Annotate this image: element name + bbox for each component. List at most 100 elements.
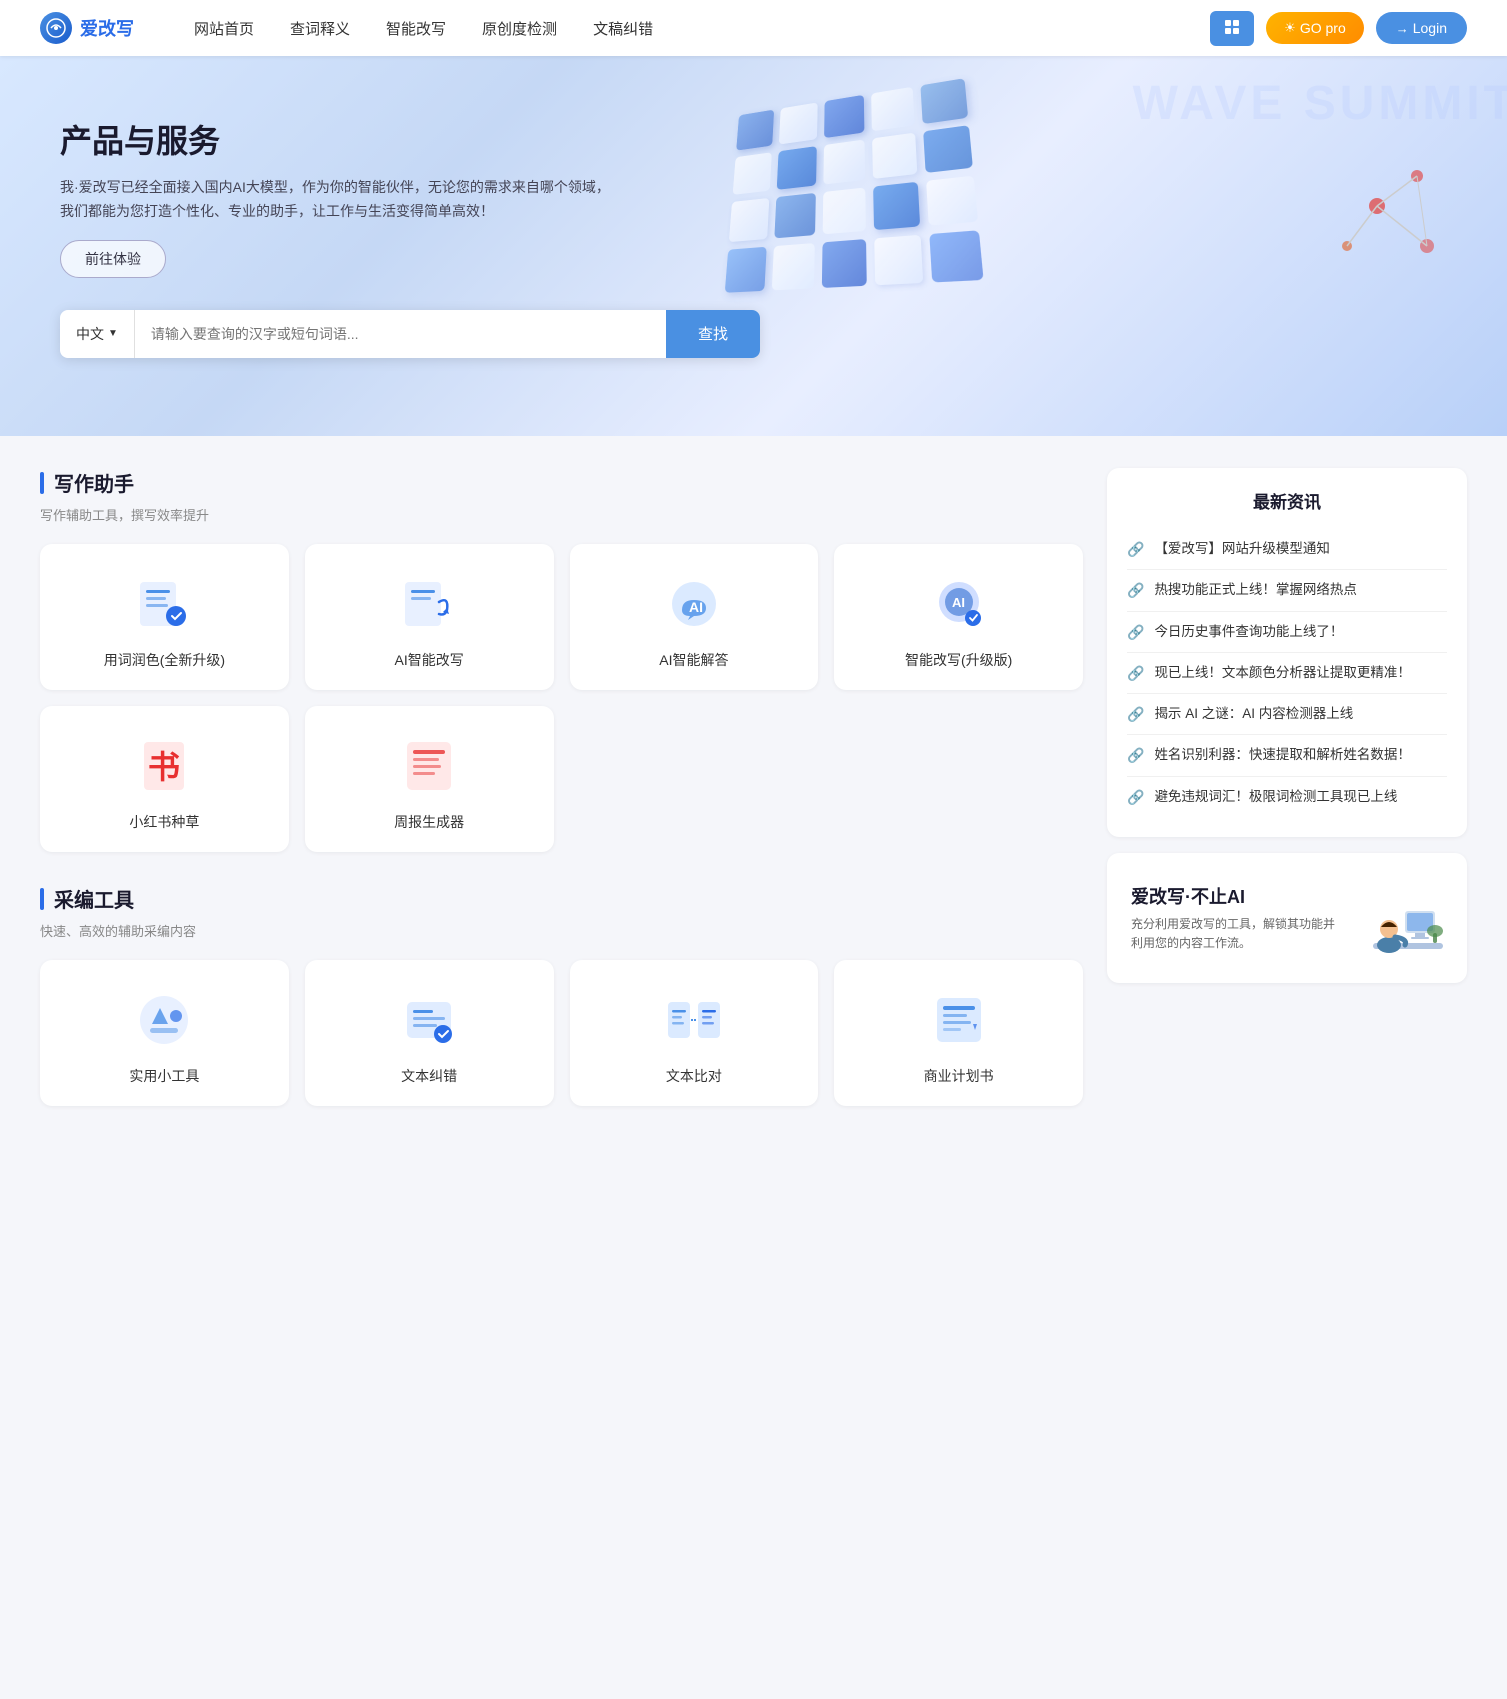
tool-ai-rewrite[interactable]: AI智能改写 — [305, 544, 554, 690]
login-button[interactable]: → Login — [1376, 12, 1467, 44]
writing-tools-title: 写作助手 — [54, 468, 134, 497]
tool-text-compare-label: 文本比对 — [666, 1066, 722, 1086]
news-item-3[interactable]: 🔗 现已上线！文本颜色分析器让提取更精准！ — [1127, 653, 1447, 694]
writing-tools-title-row: 写作助手 — [40, 468, 1083, 497]
nav-rewrite[interactable]: 智能改写 — [386, 18, 446, 39]
promo-box: 爱改写·不止AI 充分利用爱改写的工具，解锁其功能并利用您的内容工作流。 — [1107, 853, 1467, 983]
link-icon-1: 🔗 — [1127, 582, 1144, 599]
tool-text-compare[interactable]: 文本比对 — [570, 960, 819, 1106]
ai-answer-icon: AI — [662, 572, 726, 636]
navbar: 爱改写 网站首页 查词释义 智能改写 原创度检测 文稿纠错 ☀ GO pro →… — [0, 0, 1507, 56]
nav-proofread[interactable]: 文稿纠错 — [593, 18, 653, 39]
tool-utility-tools-label: 实用小工具 — [129, 1066, 199, 1086]
left-column: 写作助手 写作辅助工具，撰写效率提升 — [40, 468, 1083, 1138]
writing-tools-section: 写作助手 写作辅助工具，撰写效率提升 — [40, 468, 1083, 852]
logo-icon — [40, 12, 72, 44]
news-text-0: 【爱改写】网站升级模型通知 — [1154, 539, 1330, 559]
smart-rewrite-pro-icon: AI — [927, 572, 991, 636]
promo-text: 爱改写·不止AI 充分利用爱改写的工具，解锁其功能并利用您的内容工作流。 — [1131, 883, 1341, 953]
hero-banner: WAVE SUMMIT 产品与服务 我·爱改写已经全面接入国内AI大模型，作为你… — [0, 56, 1507, 436]
news-item-5[interactable]: 🔗 姓名识别利器：快速提取和解析姓名数据！ — [1127, 735, 1447, 776]
xiaohongshu-icon: 书 — [132, 734, 196, 798]
curation-section-title-bar — [40, 888, 44, 910]
news-item-1[interactable]: 🔗 热搜功能正式上线！掌握网络热点 — [1127, 570, 1447, 611]
biz-plan-icon — [927, 988, 991, 1052]
tool-word-polish[interactable]: 用词润色(全新升级) — [40, 544, 289, 690]
grid-button[interactable] — [1210, 11, 1254, 46]
hero-cta-button[interactable]: 前往体验 — [60, 240, 166, 278]
search-input[interactable] — [135, 310, 666, 358]
weekly-report-icon — [397, 734, 461, 798]
promo-brand: 爱改写·不止AI — [1131, 883, 1341, 909]
hero-title: 产品与服务 — [60, 116, 640, 162]
tool-word-polish-label: 用词润色(全新升级) — [104, 650, 225, 670]
tool-text-correct[interactable]: 文本纠错 — [305, 960, 554, 1106]
word-polish-icon — [132, 572, 196, 636]
text-compare-icon — [662, 988, 726, 1052]
news-item-6[interactable]: 🔗 避免违规词汇！极限词检测工具现已上线 — [1127, 777, 1447, 817]
main-content: 写作助手 写作辅助工具，撰写效率提升 — [0, 436, 1507, 1170]
curation-tools-title-row: 采编工具 — [40, 884, 1083, 913]
news-text-6: 避免违规词汇！极限词检测工具现已上线 — [1154, 787, 1397, 807]
news-text-4: 揭示 AI 之谜：AI 内容检测器上线 — [1154, 704, 1353, 724]
nav-lookup[interactable]: 查词释义 — [290, 18, 350, 39]
tool-ai-rewrite-label: AI智能改写 — [395, 650, 464, 670]
search-bar: 中文 ▼ 查找 — [60, 310, 760, 358]
hero-content: 产品与服务 我·爱改写已经全面接入国内AI大模型，作为你的智能伙伴，无论您的需求… — [60, 116, 640, 310]
news-title: 最新资讯 — [1127, 488, 1447, 513]
link-icon-2: 🔗 — [1127, 624, 1144, 641]
curation-tools-subtitle: 快速、高效的辅助采编内容 — [40, 921, 1083, 940]
news-text-3: 现已上线！文本颜色分析器让提取更精准！ — [1154, 663, 1411, 683]
news-text-5: 姓名识别利器：快速提取和解析姓名数据！ — [1154, 745, 1411, 765]
tool-smart-rewrite-pro-label: 智能改写(升级版) — [905, 650, 1012, 670]
news-item-4[interactable]: 🔗 揭示 AI 之谜：AI 内容检测器上线 — [1127, 694, 1447, 735]
writing-tools-subtitle: 写作辅助工具，撰写效率提升 — [40, 505, 1083, 524]
go-pro-button[interactable]: ☀ GO pro — [1266, 12, 1364, 44]
link-icon-3: 🔗 — [1127, 665, 1144, 682]
hero-desc: 我·爱改写已经全面接入国内AI大模型，作为你的智能伙伴，无论您的需求来自哪个领域… — [60, 176, 620, 224]
news-box: 最新资讯 🔗 【爱改写】网站升级模型通知 🔗 热搜功能正式上线！掌握网络热点 🔗… — [1107, 468, 1467, 837]
promo-desc: 充分利用爱改写的工具，解锁其功能并利用您的内容工作流。 — [1131, 915, 1341, 953]
tool-xiaohongshu[interactable]: 书 小红书种草 — [40, 706, 289, 852]
news-text-1: 热搜功能正式上线！掌握网络热点 — [1154, 580, 1357, 600]
navbar-actions: ☀ GO pro → Login — [1210, 11, 1467, 46]
link-icon-4: 🔗 — [1127, 706, 1144, 723]
link-icon-6: 🔗 — [1127, 789, 1144, 806]
tool-ai-answer-label: AI智能解答 — [659, 650, 728, 670]
tool-utility-tools[interactable]: 实用小工具 — [40, 960, 289, 1106]
tool-text-correct-label: 文本纠错 — [401, 1066, 457, 1086]
section-title-bar — [40, 472, 44, 494]
nav-links: 网站首页 查词释义 智能改写 原创度检测 文稿纠错 — [194, 18, 1210, 39]
nav-originality[interactable]: 原创度检测 — [482, 18, 557, 39]
link-icon-5: 🔗 — [1127, 747, 1144, 764]
svg-text:AI: AI — [689, 599, 703, 615]
curation-tools-section: 采编工具 快速、高效的辅助采编内容 实用小工具 — [40, 884, 1083, 1106]
site-logo[interactable]: 爱改写 — [40, 12, 134, 44]
language-selector[interactable]: 中文 ▼ — [60, 310, 135, 358]
svg-text:AI: AI — [952, 595, 965, 610]
chevron-down-icon: ▼ — [108, 328, 118, 339]
curation-tools-grid: 实用小工具 文本纠错 — [40, 960, 1083, 1106]
tool-smart-rewrite-pro[interactable]: AI 智能改写(升级版) — [834, 544, 1083, 690]
ai-rewrite-icon — [397, 572, 461, 636]
utility-tools-icon — [132, 988, 196, 1052]
news-text-2: 今日历史事件查询功能上线了！ — [1154, 622, 1343, 642]
tool-weekly-report-label: 周报生成器 — [394, 812, 464, 832]
search-button[interactable]: 查找 — [666, 310, 760, 358]
nav-home[interactable]: 网站首页 — [194, 18, 254, 39]
curation-tools-title: 采编工具 — [54, 884, 134, 913]
writing-tools-grid: 用词润色(全新升级) AI智能改写 — [40, 544, 1083, 852]
tool-biz-plan-label: 商业计划书 — [924, 1066, 994, 1086]
news-item-2[interactable]: 🔗 今日历史事件查询功能上线了！ — [1127, 612, 1447, 653]
hero-decoration: WAVE SUMMIT — [678, 56, 1507, 436]
news-item-0[interactable]: 🔗 【爱改写】网站升级模型通知 — [1127, 529, 1447, 570]
promo-figure — [1353, 873, 1443, 963]
text-correct-icon — [397, 988, 461, 1052]
tool-xiaohongshu-label: 小红书种草 — [129, 812, 199, 832]
tool-ai-answer[interactable]: AI AI智能解答 — [570, 544, 819, 690]
svg-text:书: 书 — [148, 749, 180, 785]
link-icon-0: 🔗 — [1127, 541, 1144, 558]
tool-biz-plan[interactable]: 商业计划书 — [834, 960, 1083, 1106]
right-column: 最新资讯 🔗 【爱改写】网站升级模型通知 🔗 热搜功能正式上线！掌握网络热点 🔗… — [1107, 468, 1467, 1138]
tool-weekly-report[interactable]: 周报生成器 — [305, 706, 554, 852]
